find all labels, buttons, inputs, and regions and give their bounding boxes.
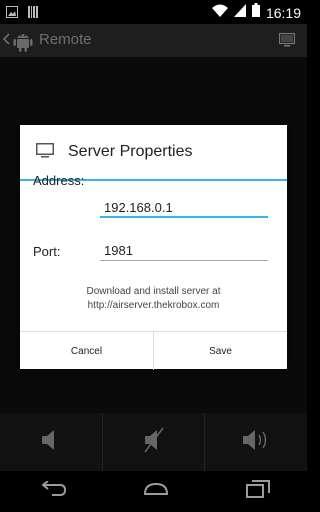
- dialog-header: Server Properties: [20, 125, 287, 179]
- server-properties-dialog: Server Properties Address: Port: Downloa…: [20, 125, 287, 370]
- address-field[interactable]: [100, 198, 268, 218]
- app-title: Remote: [39, 31, 92, 48]
- status-time: 16:19: [265, 4, 301, 21]
- back-icon[interactable]: [38, 480, 66, 502]
- port-label: Port:: [33, 244, 61, 259]
- android-logo-icon[interactable]: [13, 30, 33, 57]
- volume-up-button[interactable]: [205, 413, 308, 471]
- up-chevron-icon[interactable]: [2, 32, 10, 50]
- mute-button[interactable]: [102, 413, 206, 471]
- navigation-bar: [0, 471, 307, 512]
- action-bar: Remote: [0, 24, 307, 57]
- wifi-icon: [211, 4, 228, 22]
- monitor-icon[interactable]: [278, 32, 296, 52]
- battery-icon: [251, 3, 260, 22]
- barcode-icon: [28, 5, 38, 23]
- volume-down-button[interactable]: [0, 413, 103, 471]
- monitor-icon: [36, 143, 54, 163]
- download-info-line: Download and install server at: [86, 286, 221, 297]
- address-label: Address:: [33, 173, 85, 188]
- dialog-title: Server Properties: [68, 143, 193, 160]
- cancel-button[interactable]: Cancel: [20, 332, 153, 370]
- dialog-buttons: Cancel Save: [20, 331, 287, 370]
- signal-icon: [233, 3, 246, 22]
- port-field[interactable]: [100, 241, 268, 261]
- status-bar: 16:19: [0, 0, 307, 24]
- volume-controls: [0, 413, 308, 471]
- home-icon[interactable]: [141, 482, 171, 501]
- mute-icon: [142, 427, 166, 458]
- volume-down-icon: [40, 428, 62, 457]
- download-url: http://airserver.thekrobox.com: [87, 300, 220, 311]
- volume-up-icon: [241, 427, 271, 458]
- save-button[interactable]: Save: [153, 332, 287, 370]
- recents-icon[interactable]: [245, 480, 270, 503]
- image-icon: [6, 5, 18, 23]
- download-info: Download and install server at http://ai…: [20, 285, 287, 313]
